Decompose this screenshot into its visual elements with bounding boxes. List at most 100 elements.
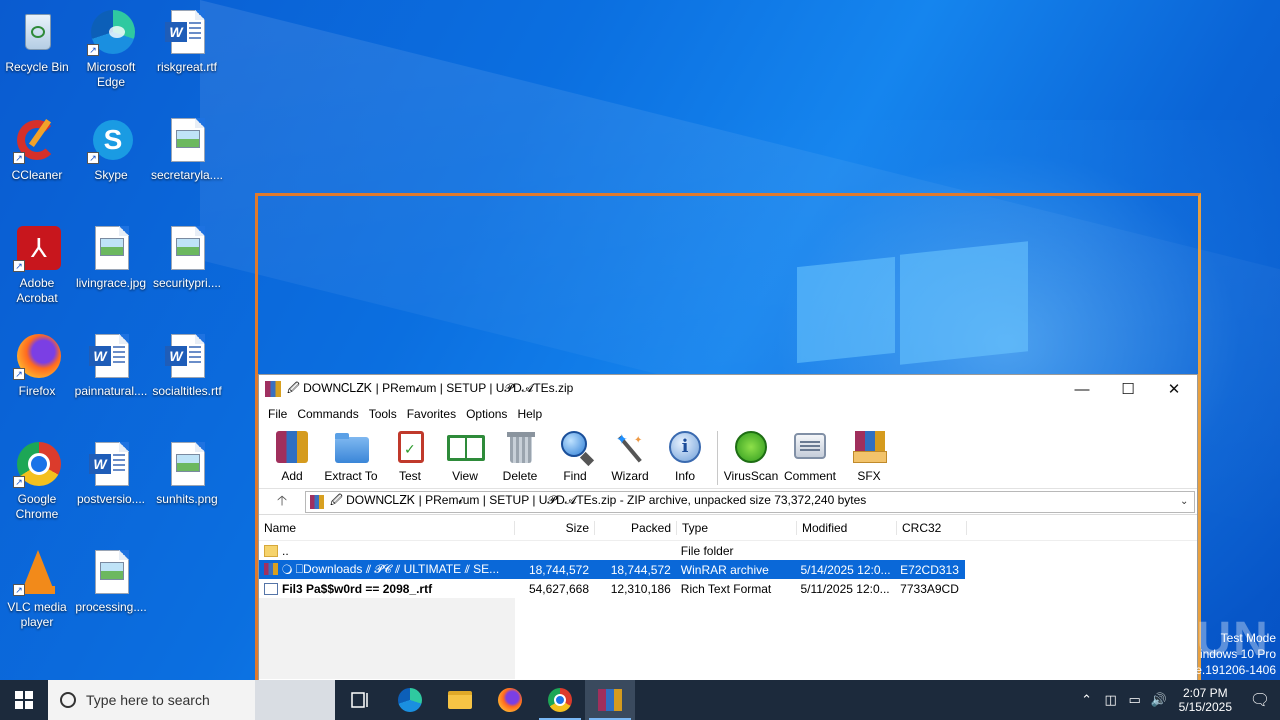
view-button[interactable]: View bbox=[438, 425, 492, 483]
test-clipboard-icon: ✓ bbox=[392, 429, 428, 465]
desktop-icon-securitypri[interactable]: securitypri.... bbox=[150, 224, 224, 291]
desktop-icon-livingrace[interactable]: livingrace.jpg bbox=[74, 224, 148, 291]
title-bar[interactable]: 🖉 DOWNᏟᏞᏃᏦ | PRem𝓲um | SETUP | U𝓟D𝓐TEs.z… bbox=[259, 375, 1197, 403]
desktop-icon-recycle-bin[interactable]: Recycle Bin bbox=[0, 8, 74, 75]
image-file-icon bbox=[87, 224, 135, 272]
desktop-icon-riskgreat[interactable]: W riskgreat.rtf bbox=[150, 8, 224, 75]
taskbar-chrome[interactable] bbox=[535, 680, 585, 720]
monitor-icon[interactable]: ▭ bbox=[1123, 692, 1147, 708]
up-arrow-icon[interactable]: 🡡 bbox=[259, 490, 305, 514]
desktop-icon-ccleaner[interactable]: ↗ CCleaner bbox=[0, 116, 74, 183]
taskbar-winrar[interactable] bbox=[585, 680, 635, 720]
column-modified[interactable]: Modified bbox=[797, 520, 897, 535]
clock[interactable]: 2:07 PM 5/15/2025 bbox=[1171, 686, 1240, 714]
chevron-down-icon[interactable]: ⌄ bbox=[1180, 496, 1194, 507]
menu-help[interactable]: Help bbox=[512, 407, 547, 421]
recycle-bin-icon bbox=[13, 8, 61, 56]
table-row-selected[interactable]: 🔾 ⎕Downloads ⫽ 𝓟𝓒 ⫽ ULTIMATE ⫽ SE... 18,… bbox=[259, 560, 965, 579]
extract-folder-icon bbox=[333, 429, 369, 465]
desktop-icon-edge[interactable]: ↗ Microsoft Edge bbox=[74, 8, 148, 90]
taskbar-search[interactable]: Type here to search bbox=[48, 680, 255, 720]
chrome-icon bbox=[548, 688, 572, 712]
menu-tools[interactable]: Tools bbox=[364, 407, 402, 421]
start-button[interactable] bbox=[0, 680, 48, 720]
virus-icon bbox=[733, 429, 769, 465]
image-file-icon bbox=[87, 548, 135, 596]
test-button[interactable]: ✓ Test bbox=[383, 425, 437, 483]
word-doc-icon: W bbox=[87, 440, 135, 488]
network-icon[interactable]: ◫ bbox=[1099, 692, 1123, 708]
desktop-icon-chrome[interactable]: ↗ Google Chrome bbox=[0, 440, 74, 522]
find-button[interactable]: Find bbox=[548, 425, 602, 483]
archive-icon bbox=[310, 494, 324, 509]
extract-to-button[interactable]: Extract To bbox=[320, 425, 382, 483]
menu-options[interactable]: Options bbox=[461, 407, 512, 421]
comment-button[interactable]: Comment bbox=[779, 425, 841, 483]
folder-icon bbox=[264, 544, 278, 557]
info-button[interactable]: i Info bbox=[658, 425, 712, 483]
comment-icon bbox=[792, 429, 828, 465]
add-button[interactable]: Add bbox=[265, 425, 319, 483]
taskbar-file-explorer[interactable] bbox=[435, 680, 485, 720]
menu-favorites[interactable]: Favorites bbox=[402, 407, 461, 421]
sfx-button[interactable]: SFX bbox=[842, 425, 896, 483]
wizard-button[interactable]: ✦ ✦ Wizard bbox=[603, 425, 657, 483]
delete-button[interactable]: Delete bbox=[493, 425, 547, 483]
image-file-icon bbox=[163, 440, 211, 488]
path-field[interactable]: 🖉 DOWNᏟᏞᏃᏦ | PRem𝓲um | SETUP | U𝓟D𝓐TEs.z… bbox=[305, 490, 1195, 513]
ccleaner-icon: ↗ bbox=[13, 116, 61, 164]
desktop-icon-painnatural[interactable]: W painnatural.... bbox=[74, 332, 148, 399]
column-type[interactable]: Type bbox=[677, 520, 797, 535]
rar-archive-icon bbox=[264, 563, 278, 575]
firefox-icon bbox=[498, 688, 522, 712]
table-row[interactable]: Fil3 Pa$$w0rd == 2098_.rtf 54,627,668 12… bbox=[259, 579, 965, 598]
winrar-app-icon bbox=[265, 381, 281, 397]
list-header: Name Size Packed Type Modified CRC32 bbox=[259, 515, 1197, 541]
desktop-icon-processing[interactable]: processing.... bbox=[74, 548, 148, 615]
desktop-icon-sunhits[interactable]: sunhits.png bbox=[150, 440, 224, 507]
volume-icon[interactable]: 🔊 bbox=[1147, 692, 1171, 708]
notification-icon[interactable]: 🗨 bbox=[1240, 690, 1280, 710]
chrome-icon: ↗ bbox=[13, 440, 61, 488]
address-bar: 🡡 🖉 DOWNᏟᏞᏃᏦ | PRem𝓲um | SETUP | U𝓟D𝓐TEs… bbox=[259, 489, 1197, 515]
maximize-button[interactable]: ☐ bbox=[1105, 375, 1151, 403]
wand-icon: ✦ ✦ bbox=[612, 429, 648, 465]
skype-icon: S ↗ bbox=[87, 116, 135, 164]
image-file-icon bbox=[163, 116, 211, 164]
column-name[interactable]: Name bbox=[259, 520, 515, 535]
desktop-icon-secretaryla[interactable]: secretaryla.... bbox=[150, 116, 224, 183]
info-icon: i bbox=[667, 429, 703, 465]
column-size[interactable]: Size bbox=[515, 520, 595, 535]
window-title: 🖉 DOWNᏟᏞᏃᏦ | PRem𝓲um | SETUP | U𝓟D𝓐TEs.z… bbox=[287, 380, 574, 395]
acrobat-icon: ⅄ ↗ bbox=[13, 224, 61, 272]
desktop-icon-adobe-acrobat[interactable]: ⅄ ↗ Adobe Acrobat bbox=[0, 224, 74, 306]
desktop-icon-socialtitles[interactable]: W socialtitles.rtf bbox=[150, 332, 224, 399]
task-view-button[interactable] bbox=[335, 680, 385, 720]
virusscan-button[interactable]: VirusScan bbox=[724, 425, 778, 483]
image-file-icon bbox=[163, 224, 211, 272]
taskbar-edge[interactable] bbox=[385, 680, 435, 720]
edge-icon bbox=[398, 688, 422, 712]
column-packed[interactable]: Packed bbox=[595, 520, 677, 535]
taskbar-firefox[interactable] bbox=[485, 680, 535, 720]
task-view-icon bbox=[351, 692, 368, 708]
winrar-icon bbox=[598, 689, 622, 711]
firefox-icon: ↗ bbox=[13, 332, 61, 380]
windows-icon bbox=[15, 691, 33, 709]
close-button[interactable]: ✕ bbox=[1151, 375, 1197, 403]
desktop-icon-skype[interactable]: S ↗ Skype bbox=[74, 116, 148, 183]
toolbar: Add Extract To ✓ Test View Delete Find ✦… bbox=[259, 425, 1197, 489]
menu-file[interactable]: File bbox=[263, 407, 292, 421]
edge-icon: ↗ bbox=[87, 8, 135, 56]
chevron-up-icon[interactable]: ⌃ bbox=[1075, 692, 1099, 708]
column-crc32[interactable]: CRC32 bbox=[897, 520, 967, 535]
menu-bar: File Commands Tools Favorites Options He… bbox=[259, 403, 1197, 425]
desktop-icon-postversio[interactable]: W postversio.... bbox=[74, 440, 148, 507]
desktop-icon-firefox[interactable]: ↗ Firefox bbox=[0, 332, 74, 399]
minimize-button[interactable]: — bbox=[1059, 375, 1105, 403]
add-icon bbox=[274, 429, 310, 465]
table-row-parent[interactable]: .. File folder bbox=[259, 541, 965, 560]
menu-commands[interactable]: Commands bbox=[292, 407, 363, 421]
system-tray: ⌃ ◫ ▭ 🔊 2:07 PM 5/15/2025 🗨 bbox=[1075, 680, 1280, 720]
desktop-icon-vlc[interactable]: ↗ VLC media player bbox=[0, 548, 74, 630]
